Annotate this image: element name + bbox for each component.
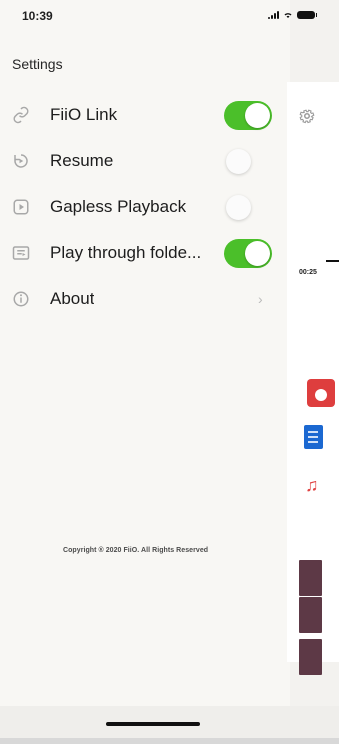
album-thumbnail[interactable] xyxy=(299,639,322,675)
copyright-text: Copyright ® 2020 FiiO. All Rights Reserv… xyxy=(63,547,209,554)
setting-row-resume[interactable]: Resume xyxy=(0,138,285,184)
screen-root: 10:39 Settings FiiO Link Resume Gapless … xyxy=(0,0,339,744)
background-player-panel: 00:25 ♫ xyxy=(287,82,339,675)
page-title: Settings xyxy=(12,56,63,72)
link-icon xyxy=(11,105,31,125)
status-time: 10:39 xyxy=(22,9,53,23)
setting-label-resume: Resume xyxy=(50,151,114,170)
play-through-folder-toggle[interactable] xyxy=(224,238,272,268)
music-note-icon[interactable]: ♫ xyxy=(305,476,319,494)
album-thumbnail[interactable] xyxy=(299,597,322,633)
wifi-icon xyxy=(284,12,292,18)
fiio-link-toggle[interactable] xyxy=(224,100,272,130)
resume-icon xyxy=(11,151,31,171)
setting-row-about[interactable]: About › xyxy=(0,276,285,322)
resume-toggle[interactable] xyxy=(224,147,272,176)
setting-label-gapless-playback: Gapless Playback xyxy=(50,197,187,216)
status-icons xyxy=(268,10,317,19)
status-bar: 10:39 xyxy=(0,0,339,32)
gapless-playback-toggle[interactable] xyxy=(224,193,272,222)
settings-menu: FiiO Link Resume Gapless Playback Play t… xyxy=(0,92,285,322)
setting-label-fiio-link: FiiO Link xyxy=(50,105,118,124)
setting-label-about: About xyxy=(50,289,95,308)
folder-play-icon xyxy=(11,243,31,263)
battery-icon xyxy=(297,10,317,19)
gear-icon[interactable] xyxy=(298,107,316,130)
progress-indicator xyxy=(326,260,339,262)
info-icon xyxy=(11,289,31,309)
bottom-frame-line xyxy=(0,738,339,744)
red-box-icon[interactable] xyxy=(307,379,335,407)
gapless-icon xyxy=(11,197,31,217)
album-thumbnail[interactable] xyxy=(299,560,322,596)
playback-time: 00:25 xyxy=(299,269,317,276)
setting-row-play-through-folder[interactable]: Play through folde... xyxy=(0,230,285,276)
setting-row-fiio-link[interactable]: FiiO Link xyxy=(0,92,285,138)
home-indicator[interactable] xyxy=(106,722,200,726)
setting-label-play-through-folder: Play through folde... xyxy=(50,243,202,262)
document-icon[interactable] xyxy=(304,425,323,449)
chevron-right-icon: › xyxy=(258,291,263,307)
signal-icon xyxy=(268,10,279,19)
setting-row-gapless-playback[interactable]: Gapless Playback xyxy=(0,184,285,230)
